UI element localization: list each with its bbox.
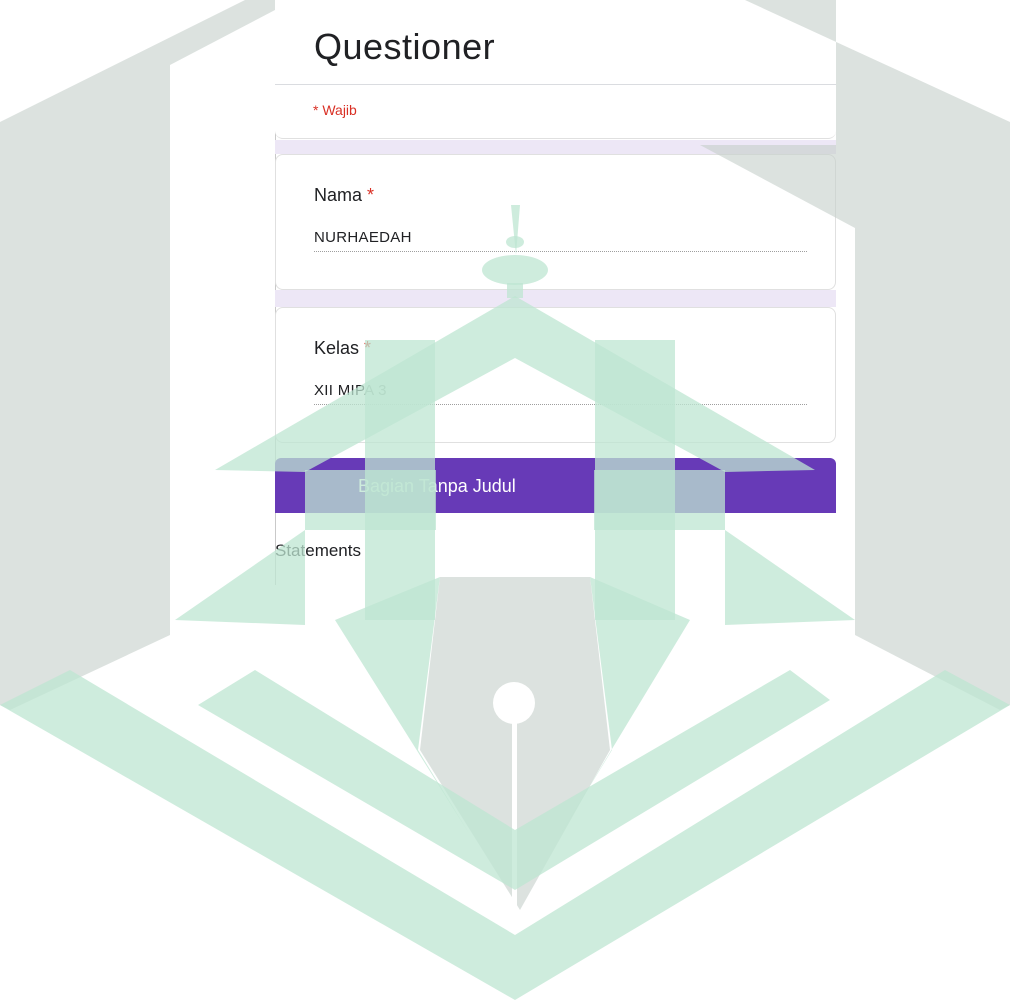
nama-answer-input[interactable]: NURHAEDAH [314,229,412,246]
question-label-text: Kelas [314,338,360,358]
card-gap [275,290,836,307]
kelas-input-underline [314,404,807,405]
google-form: Questioner * Wajib Nama * NURHAEDAH Kela… [275,0,836,585]
question-label-kelas: Kelas * [314,338,371,359]
section-description: Statements [275,541,361,560]
required-note: * Wajib [313,102,357,118]
card-gap [275,140,836,154]
kelas-answer-input[interactable]: XII MIPA 3 [314,382,387,399]
pen-nib-slit [512,715,517,907]
pen-nib-hole [493,682,535,724]
question-card-kelas: Kelas * XII MIPA 3 [275,307,836,443]
form-title-card: Questioner * Wajib [275,0,836,139]
form-title: Questioner [314,26,496,67]
question-card-nama: Nama * NURHAEDAH [275,154,836,290]
question-label-text: Nama [314,185,363,205]
required-star: * [367,185,375,205]
question-label-nama: Nama * [314,185,374,206]
nama-input-underline [314,251,807,252]
section-title: Bagian Tanpa Judul [358,476,516,496]
title-divider [275,84,836,85]
required-star: * [364,338,372,358]
section-header: Bagian Tanpa Judul [275,458,836,513]
